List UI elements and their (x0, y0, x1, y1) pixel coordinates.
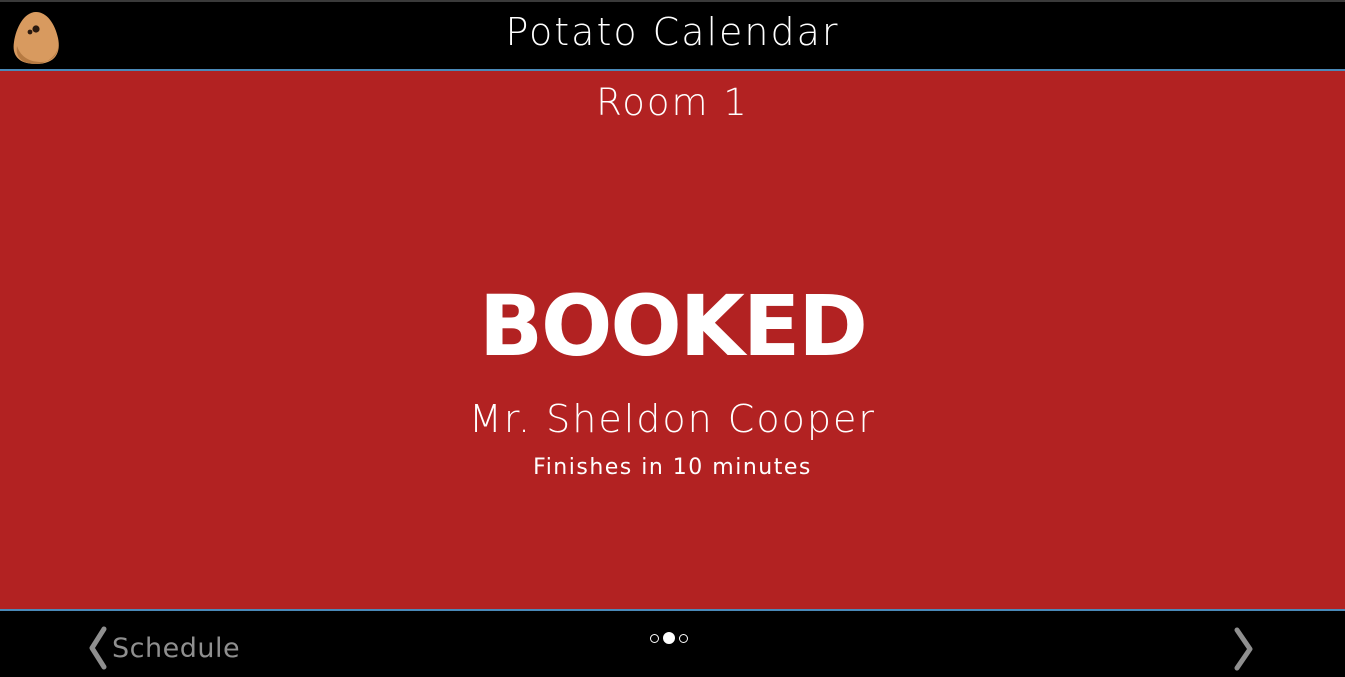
page-indicator (650, 632, 688, 644)
schedule-nav-label: Schedule (112, 632, 241, 664)
booked-by-name: Mr. Sheldon Cooper (469, 397, 876, 441)
footer-bar: Schedule (0, 611, 1345, 677)
app-screen: Potato Calendar Room 1 BOOKED Mr. Sheldo… (0, 0, 1345, 677)
chevron-left-icon (89, 626, 107, 670)
room-name: Room 1 (596, 81, 749, 124)
booking-status: BOOKED (478, 277, 868, 375)
header-bar: Potato Calendar (0, 0, 1345, 69)
page-dot[interactable] (663, 632, 675, 644)
chevron-right-icon[interactable] (1232, 627, 1256, 671)
app-title: Potato Calendar (505, 10, 840, 54)
room-status-panel: Room 1 BOOKED Mr. Sheldon Cooper Finishe… (0, 71, 1345, 609)
finish-time-text: Finishes in 10 minutes (533, 455, 812, 480)
page-dot[interactable] (650, 633, 659, 643)
schedule-nav-button[interactable]: Schedule (86, 625, 240, 671)
page-dot[interactable] (679, 633, 688, 643)
